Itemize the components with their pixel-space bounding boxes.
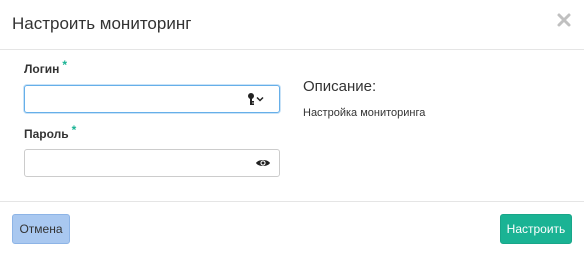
description-text: Настройка мониторинга	[303, 107, 426, 119]
password-required-mark: *	[71, 123, 77, 137]
monitoring-dialog: Настроить мониторинг Логин * Пароль * Оп…	[0, 0, 584, 255]
cancel-button[interactable]: Отмена	[12, 214, 70, 244]
password-input[interactable]	[25, 150, 245, 176]
password-label-text: Пароль	[24, 127, 69, 141]
login-required-mark: *	[62, 58, 68, 72]
dialog-header: Настроить мониторинг	[0, 0, 584, 50]
dialog-title: Настроить мониторинг	[12, 14, 192, 33]
dialog-footer: Отмена Настроить	[0, 201, 584, 255]
login-label-text: Логин	[24, 62, 60, 76]
submit-button[interactable]: Настроить	[500, 214, 572, 244]
key-dropdown-icon[interactable]	[247, 92, 265, 106]
description-heading: Описание:	[303, 78, 377, 95]
close-icon[interactable]	[556, 12, 572, 28]
password-field[interactable]	[24, 149, 280, 177]
login-field[interactable]	[24, 85, 280, 113]
dialog-body: Логин * Пароль * Описание: Настройка мон…	[0, 50, 584, 201]
login-input[interactable]	[25, 86, 245, 112]
eye-icon[interactable]	[255, 156, 273, 170]
password-label: Пароль *	[24, 123, 76, 141]
login-label: Логин *	[24, 58, 67, 76]
